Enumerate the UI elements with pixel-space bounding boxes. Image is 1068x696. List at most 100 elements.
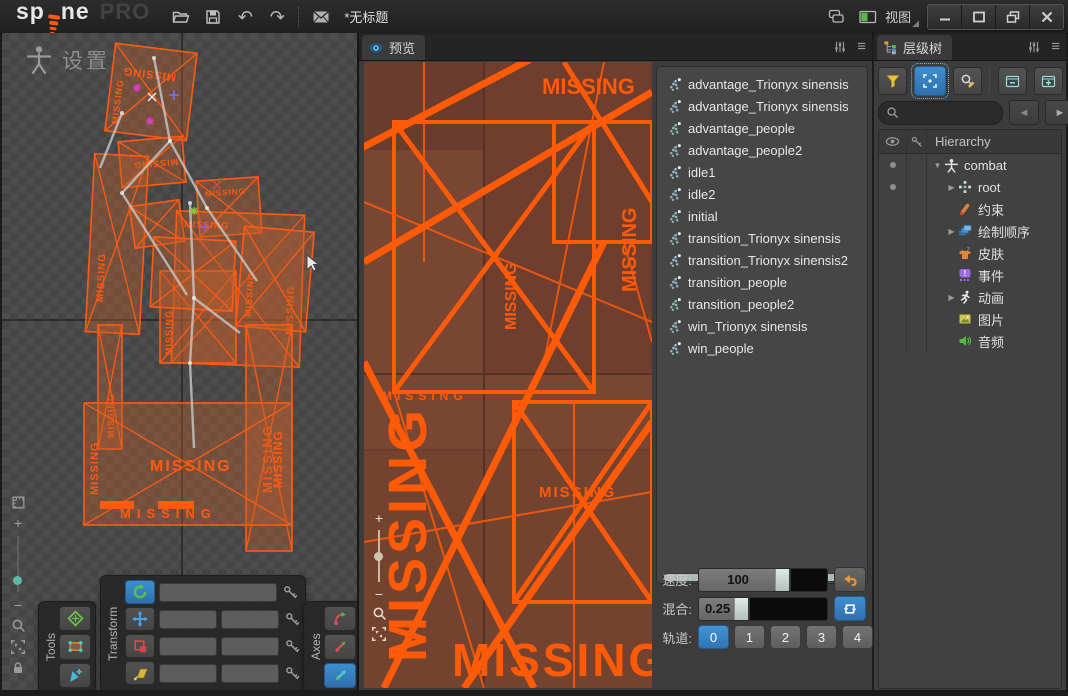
visibility-cell[interactable] <box>879 176 907 198</box>
collapse-all-button[interactable] <box>998 67 1027 95</box>
visibility-dot[interactable] <box>890 184 896 190</box>
save-icon[interactable] <box>200 4 226 30</box>
animation-list-item[interactable]: win_people <box>657 337 867 359</box>
tree-row-root[interactable]: ▶root <box>879 176 1061 198</box>
ruler-icon[interactable] <box>11 495 26 510</box>
preview-canvas[interactable]: .pl{stroke:#ff5a07;fill:none}.pt{fill:#f… <box>364 62 652 688</box>
speed-reset-button[interactable] <box>834 567 866 592</box>
create-tool-button[interactable] <box>59 663 91 688</box>
visibility-cell[interactable] <box>879 198 907 220</box>
search-edit-button[interactable] <box>953 67 982 95</box>
animation-list-item[interactable]: idle1 <box>657 161 867 183</box>
animation-list-item[interactable]: win_Trionyx sinensis <box>657 315 867 337</box>
panel-menu-icon[interactable]: ≡ <box>1051 38 1060 55</box>
fit-view-icon[interactable] <box>371 626 387 642</box>
track-button-3[interactable]: 3 <box>806 625 837 649</box>
rotate-tool-button[interactable] <box>125 580 155 604</box>
zoom-out-icon[interactable]: − <box>14 598 22 612</box>
axes-world-button[interactable] <box>324 663 356 688</box>
animation-list-item[interactable]: advantage_people <box>657 117 867 139</box>
link-column-key-icon[interactable] <box>907 130 927 153</box>
translate-key-icon[interactable] <box>283 610 301 628</box>
scale-key-icon[interactable] <box>283 637 301 655</box>
axes-local-button[interactable] <box>324 634 356 659</box>
zoom-in-icon[interactable]: + <box>14 516 22 530</box>
redo-icon[interactable]: ↷ <box>264 4 290 30</box>
visibility-cell[interactable] <box>879 286 907 308</box>
expander-icon[interactable]: ▶ <box>945 183 958 192</box>
tree-row-audio[interactable]: 音频 <box>879 330 1061 352</box>
tree-row-draw-order[interactable]: ▶绘制顺序 <box>879 220 1061 242</box>
export-envelope-icon[interactable] <box>308 4 334 30</box>
undo-icon[interactable]: ↶ <box>232 4 258 30</box>
open-folder-icon[interactable] <box>168 4 194 30</box>
animation-list-item[interactable]: advantage_people2 <box>657 139 867 161</box>
rotate-slider[interactable] <box>159 583 277 602</box>
speed-slider[interactable]: 100 <box>698 568 828 592</box>
tree-row-constraint[interactable]: 约束 <box>879 198 1061 220</box>
track-button-4[interactable]: 4 <box>842 625 873 649</box>
loop-button[interactable] <box>834 596 866 621</box>
track-button-2[interactable]: 2 <box>770 625 801 649</box>
zoom-slider[interactable] <box>378 530 380 582</box>
close-button[interactable] <box>1029 5 1063 29</box>
expander-icon[interactable]: ▼ <box>931 161 944 170</box>
magnifier-icon[interactable] <box>372 606 387 621</box>
search-prev-button[interactable]: ◄ <box>1009 100 1039 125</box>
weights-tool-button[interactable] <box>59 634 91 659</box>
filter-funnel-button[interactable] <box>878 67 907 95</box>
tree-row-animation[interactable]: ▶动画 <box>879 286 1061 308</box>
animation-list-item[interactable]: transition_Trionyx sinensis <box>657 227 867 249</box>
view-layout-icon[interactable] <box>855 4 881 30</box>
mix-slider[interactable]: 0.25 <box>698 597 828 621</box>
animation-list-item[interactable]: transition_people <box>657 271 867 293</box>
magnifier-icon[interactable] <box>11 618 26 633</box>
filter-settings-icon[interactable] <box>833 40 847 54</box>
restore-button[interactable] <box>995 5 1029 29</box>
tree-row-event[interactable]: !事件 <box>879 264 1061 286</box>
scale-tool-button[interactable] <box>125 634 155 658</box>
shear-tool-button[interactable] <box>125 661 155 685</box>
track-button-0[interactable]: 0 <box>698 625 729 649</box>
animation-list-item[interactable]: idle2 <box>657 183 867 205</box>
animation-list-item[interactable]: advantage_Trionyx sinensis <box>657 73 867 95</box>
visibility-cell[interactable] <box>879 330 907 352</box>
translate-tool-button[interactable] <box>125 607 155 631</box>
tree-row-skeleton[interactable]: ▼combat <box>879 154 1061 176</box>
translate-slider-a[interactable] <box>159 610 217 629</box>
pose-tool-button[interactable] <box>59 606 91 631</box>
shear-slider-a[interactable] <box>159 664 217 683</box>
visibility-cell[interactable] <box>879 264 907 286</box>
expand-all-button[interactable] <box>1034 67 1063 95</box>
zoom-in-icon[interactable]: + <box>375 511 383 525</box>
focus-selected-button[interactable] <box>914 66 946 96</box>
search-box[interactable] <box>878 101 1003 125</box>
track-button-1[interactable]: 1 <box>734 625 765 649</box>
zoom-out-icon[interactable]: − <box>375 587 383 601</box>
pages-icon[interactable] <box>823 4 849 30</box>
view-menu[interactable]: 视图 ◢ <box>885 7 919 26</box>
visibility-column-eye-icon[interactable] <box>879 130 907 153</box>
fit-view-icon[interactable] <box>10 639 26 655</box>
animation-list-item[interactable]: transition_people2 <box>657 293 867 315</box>
animation-list[interactable]: advantage_Trionyx sinensisadvantage_Trio… <box>656 66 868 584</box>
lock-icon[interactable] <box>11 661 25 675</box>
tree-row-images[interactable]: 图片 <box>879 308 1061 330</box>
scale-slider-b[interactable] <box>221 637 279 656</box>
visibility-cell[interactable] <box>879 308 907 330</box>
zoom-slider-handle[interactable] <box>13 576 22 585</box>
search-next-button[interactable]: ► <box>1045 100 1068 125</box>
shear-slider-b[interactable] <box>221 664 279 683</box>
tree-row-skin[interactable]: ?皮肤 <box>879 242 1061 264</box>
visibility-dot[interactable] <box>890 162 896 168</box>
animation-list-item[interactable]: transition_Trionyx sinensis2 <box>657 249 867 271</box>
zoom-slider[interactable] <box>17 536 19 592</box>
animation-list-item[interactable]: advantage_Trionyx sinensis <box>657 95 867 117</box>
maximize-button[interactable] <box>961 5 995 29</box>
rotate-key-icon[interactable] <box>281 583 299 601</box>
visibility-cell[interactable] <box>879 242 907 264</box>
translate-slider-b[interactable] <box>221 610 279 629</box>
setup-viewport[interactable]: .mb{fill:rgba(190,95,45,.38);stroke:#ff5… <box>2 33 359 690</box>
visibility-cell[interactable] <box>879 154 907 176</box>
expander-icon[interactable]: ▶ <box>945 293 958 302</box>
